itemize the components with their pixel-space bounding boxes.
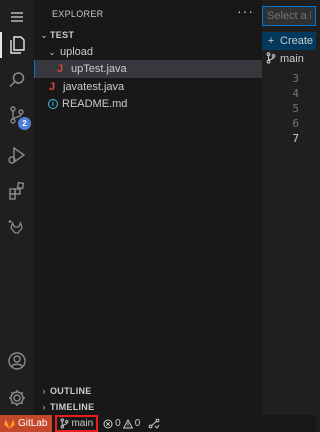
source-control-badge: 2: [18, 117, 31, 130]
line-number: 5: [292, 102, 299, 115]
line-number-current: 7: [292, 132, 299, 145]
more-actions-icon[interactable]: ···: [237, 3, 254, 19]
warning-icon: [122, 418, 133, 428]
java-file-icon: J: [56, 63, 64, 75]
gitlab-label: GitLab: [18, 418, 48, 429]
search-icon[interactable]: [0, 63, 34, 97]
quick-pick-label: Create: [280, 35, 314, 47]
chevron-right-icon: ›: [42, 402, 46, 412]
run-debug-icon[interactable]: [0, 138, 34, 172]
chevron-right-icon: ›: [42, 386, 46, 396]
activity-bar: 2: [0, 0, 34, 415]
gitlab-logo-icon: [4, 419, 15, 429]
tree-folder-upload[interactable]: ⌄ upload: [34, 43, 274, 61]
java-file-icon: J: [48, 81, 56, 93]
status-bar: GitLab main 0 0: [0, 415, 316, 432]
line-number: 6: [292, 117, 299, 130]
file-label: javatest.java: [63, 81, 125, 93]
plus-icon: +: [267, 35, 275, 47]
explorer-icon[interactable]: [0, 28, 34, 62]
section-label: TIMELINE: [50, 402, 95, 412]
line-number: 3: [292, 72, 299, 85]
section-label: OUTLINE: [50, 386, 92, 396]
explorer-title: EXPLORER: [52, 9, 104, 19]
line-number: 4: [292, 87, 299, 100]
tree-root-test[interactable]: ⌄ TEST: [34, 26, 266, 44]
quick-pick-item-create[interactable]: + Create: [262, 32, 316, 50]
branch-search-input[interactable]: [263, 7, 315, 25]
accounts-icon[interactable]: [0, 344, 34, 378]
chevron-down-icon: ⌄: [40, 29, 48, 40]
pipeline-icon: [148, 418, 160, 429]
branch-status-item[interactable]: main: [55, 415, 99, 432]
sync-status-item[interactable]: [148, 418, 160, 429]
quick-pick-item-main[interactable]: main: [262, 50, 316, 68]
file-label: upTest.java: [71, 63, 127, 75]
gitlab-status-item[interactable]: GitLab: [0, 415, 53, 432]
problems-status-item[interactable]: 0 0: [103, 418, 140, 429]
tree-root-label: TEST: [50, 30, 75, 40]
explorer-sidebar: EXPLORER ··· ⌄ TEST ⌄ upload J upTest.ja…: [34, 0, 282, 415]
source-control-icon[interactable]: 2: [0, 98, 34, 132]
tree-file-uptest[interactable]: J upTest.java: [34, 60, 282, 78]
info-icon: i: [48, 99, 58, 109]
git-branch-icon: [61, 418, 69, 429]
tree-file-readme[interactable]: i README.md: [34, 95, 276, 113]
file-label: README.md: [62, 98, 128, 110]
folder-label: upload: [60, 46, 94, 58]
warning-count: 0: [134, 418, 141, 429]
gitlab-workflow-icon[interactable]: [0, 210, 34, 244]
branch-quick-input[interactable]: [262, 6, 316, 26]
settings-gear-icon[interactable]: [0, 381, 34, 415]
error-count: 0: [115, 418, 121, 429]
chevron-down-icon: ⌄: [48, 46, 56, 57]
error-icon: [103, 419, 113, 428]
tree-file-javatest[interactable]: J javatest.java: [34, 78, 274, 96]
extensions-icon[interactable]: [0, 174, 34, 208]
timeline-section[interactable]: › TIMELINE: [34, 398, 266, 416]
quick-pick-label: main: [280, 53, 304, 65]
branch-label: main: [71, 418, 94, 429]
git-branch-icon: [262, 51, 280, 67]
